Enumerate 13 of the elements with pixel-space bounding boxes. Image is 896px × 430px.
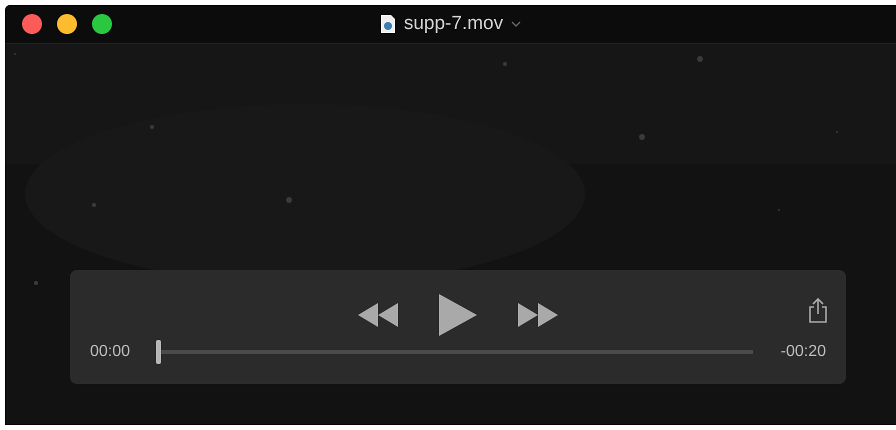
remaining-time: -00:20 [780,343,826,361]
zoom-button[interactable] [92,14,112,34]
minimize-button[interactable] [57,14,77,34]
elapsed-time: 00:00 [90,343,130,361]
fast-forward-button[interactable] [516,302,560,328]
close-button[interactable] [22,14,42,34]
chevron-icon[interactable] [511,21,522,27]
window-title: supp-7.mov [404,13,504,35]
playhead[interactable] [156,340,162,364]
play-button[interactable] [438,293,478,337]
document-icon [380,14,396,34]
rewind-button[interactable] [356,302,400,328]
share-button[interactable] [808,297,828,323]
